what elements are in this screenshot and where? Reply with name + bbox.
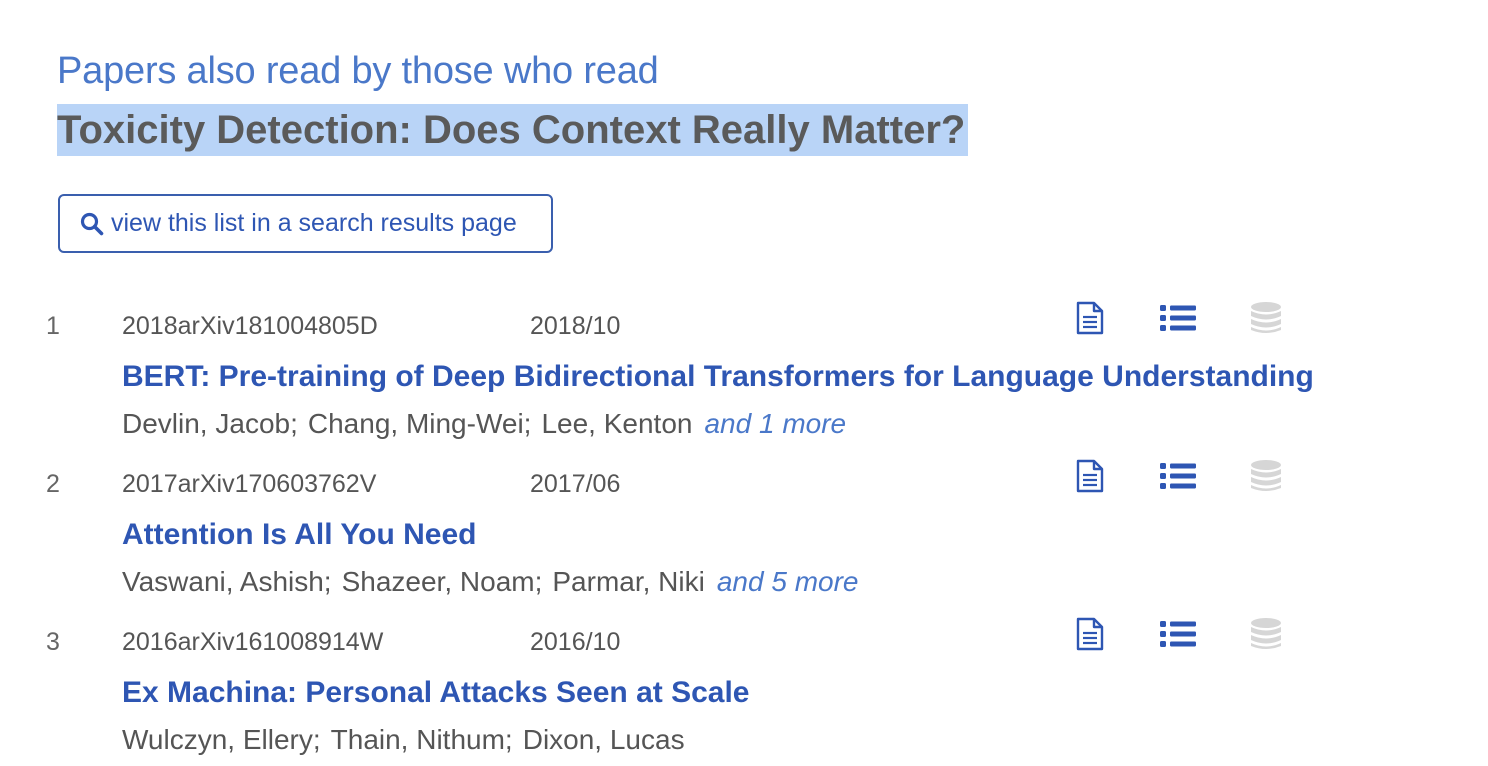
references-list-icon[interactable] [1160,300,1196,336]
view-in-search-results-button[interactable]: view this list in a search results page [58,194,553,253]
more-authors-link[interactable]: and 5 more [717,566,859,597]
author[interactable]: Vaswani, Ashish; [122,566,332,597]
data-database-icon [1248,300,1284,336]
result-number: 1 [46,312,60,340]
references-list-icon[interactable] [1160,616,1196,652]
bibcode: 2016arXiv161008914W [122,628,384,656]
page-subheading: Papers also read by those who read [57,50,659,92]
abstract-document-icon[interactable] [1072,616,1108,652]
author[interactable]: Shazeer, Noam; [342,566,543,597]
data-database-icon [1248,616,1284,652]
author[interactable]: Devlin, Jacob; [122,408,298,439]
data-database-icon [1248,458,1284,494]
author-list: Wulczyn, Ellery; Thain, Nithum; Dixon, Luc… [122,724,685,756]
author-list: Vaswani, Ashish; Shazeer, Noam; Parmar, Ni… [122,566,858,598]
abstract-document-icon[interactable] [1072,458,1108,494]
bibcode: 2018arXiv181004805D [122,312,378,340]
publication-date: 2018/10 [530,312,621,340]
more-authors-link[interactable]: and 1 more [704,408,846,439]
references-list-icon[interactable] [1160,458,1196,494]
author[interactable]: Dixon, Lucas [523,724,685,755]
publication-date: 2017/06 [530,470,621,498]
author[interactable]: Wulczyn, Ellery; [122,724,321,755]
author[interactable]: Thain, Nithum; [331,724,513,755]
publication-date: 2016/10 [530,628,621,656]
result-number: 2 [46,470,60,498]
paper-title-link[interactable]: Attention Is All You Need [122,518,476,552]
author[interactable]: Parmar, Niki [552,566,704,597]
abstract-document-icon[interactable] [1072,300,1108,336]
result-number: 3 [46,628,60,656]
bibcode: 2017arXiv170603762V [122,470,377,498]
author-list: Devlin, Jacob; Chang, Ming-Wei; Lee, Kento… [122,408,846,440]
paper-title-link[interactable]: BERT: Pre-training of Deep Bidirectional… [122,360,1314,394]
page-title: Toxicity Detection: Does Context Really … [57,104,969,156]
search-icon [79,211,105,237]
author[interactable]: Chang, Ming-Wei; [308,408,532,439]
author[interactable]: Lee, Kenton [541,408,692,439]
view-in-search-results-label: view this list in a search results page [111,209,517,237]
paper-title-link[interactable]: Ex Machina: Personal Attacks Seen at Sca… [122,676,750,710]
